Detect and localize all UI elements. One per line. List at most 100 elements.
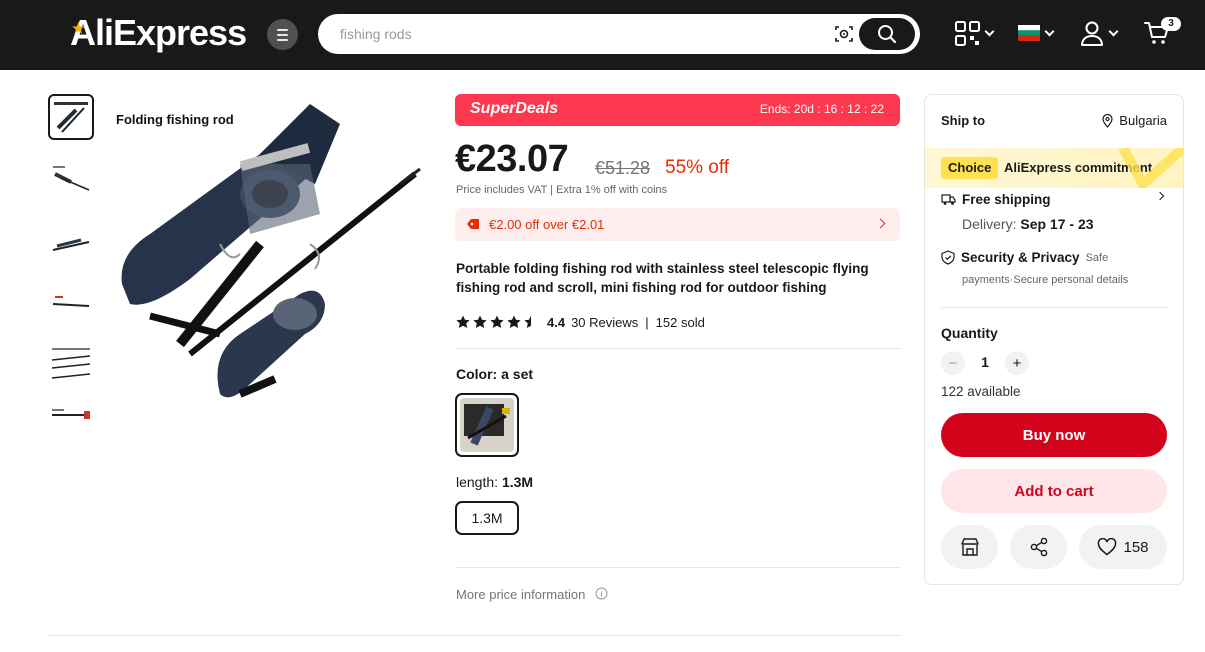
coupon-text: €2.00 off over €2.01	[489, 217, 605, 232]
separator: |	[645, 314, 649, 330]
more-price-info-link[interactable]: More price information	[456, 587, 608, 602]
qr-code-icon	[955, 20, 980, 46]
half-star-icon	[524, 315, 531, 328]
length-option-1-3m[interactable]: 1.3M	[455, 501, 519, 535]
star-icon	[473, 315, 487, 328]
logo-star-icon: ★	[72, 20, 85, 36]
superdeals-banner[interactable]: SuperDeals Ends: 20d : 16 : 12 : 22	[455, 94, 900, 126]
security-title: Security & Privacy	[961, 250, 1080, 265]
qr-code-menu[interactable]	[955, 18, 995, 48]
divider	[48, 635, 900, 636]
fishing-rod-thumbnail-image	[51, 348, 91, 379]
ship-to-country[interactable]: Bulgaria	[1102, 113, 1167, 128]
country-name: Bulgaria	[1119, 113, 1167, 128]
shield-icon	[941, 250, 955, 265]
star-icon	[490, 315, 504, 328]
choice-badge: Choice	[941, 157, 999, 179]
buy-now-button[interactable]: Buy now	[941, 413, 1167, 457]
chevron-down-icon	[1044, 26, 1055, 36]
review-count-link[interactable]: 30 Reviews	[571, 315, 638, 330]
category-menu-button[interactable]	[267, 19, 298, 50]
search-button[interactable]	[859, 18, 915, 50]
thumbnail-list	[48, 94, 94, 440]
rating-score: 4.4	[547, 314, 566, 330]
length-option-label: length: 1.3M	[456, 474, 534, 490]
top-bar: ★ AliExpress fishing rods 3	[0, 0, 1205, 70]
discount-percent: 55% off	[665, 157, 730, 178]
free-shipping-label: Free shipping	[962, 192, 1051, 207]
divider	[455, 567, 900, 568]
thumbnail-4[interactable]	[48, 280, 94, 326]
chevron-down-icon	[984, 26, 995, 36]
color-option-label: Color: a set	[456, 366, 534, 382]
purchase-sidebar: Ship to Bulgaria Choice AliExpress commi…	[924, 94, 1184, 585]
thumbnail-5[interactable]	[48, 342, 94, 388]
delivery-estimate: Delivery: Sep 17 - 23	[962, 216, 1094, 232]
divider	[941, 307, 1167, 308]
quantity-label: Quantity	[941, 325, 998, 341]
more-price-text: More price information	[456, 587, 586, 602]
rating-stars	[456, 315, 538, 329]
account-menu[interactable]	[1080, 18, 1119, 48]
choice-commitment-bar[interactable]: Choice AliExpress commitment	[925, 148, 1183, 188]
thumbnail-2[interactable]	[48, 156, 94, 202]
stock-available: 122 available	[941, 384, 1021, 399]
color-swatch-a-set[interactable]	[455, 393, 519, 457]
chevron-right-icon[interactable]	[1155, 191, 1165, 201]
ship-to-label: Ship to	[941, 113, 986, 128]
security-privacy-row[interactable]: Security & Privacy Safe	[941, 250, 1108, 265]
fishing-rod-thumbnail-image	[52, 409, 90, 419]
star-icon	[456, 315, 470, 328]
heart-icon	[1098, 538, 1117, 556]
truck-icon	[941, 194, 956, 205]
original-price: €51.28	[595, 158, 651, 178]
coupon-bar[interactable]: €2.00 off over €2.01	[455, 208, 900, 241]
main-product-image[interactable]	[110, 94, 440, 424]
image-search-icon[interactable]	[834, 24, 854, 44]
fishing-rod-thumbnail-image	[53, 166, 90, 191]
share-button[interactable]	[1010, 525, 1067, 569]
coupon-tag-icon	[467, 219, 479, 229]
quantity-increase-button[interactable]: +	[1005, 351, 1029, 375]
current-price: €23.07	[455, 138, 569, 180]
product-title: Portable folding fishing rod with stainl…	[456, 261, 869, 295]
chevron-down-icon	[1108, 26, 1119, 36]
wishlist-button[interactable]: 158	[1079, 525, 1167, 569]
search-bar	[318, 14, 920, 54]
bulgaria-flag-icon	[1018, 25, 1040, 41]
sold-count: 152 sold	[655, 314, 705, 330]
search-icon	[878, 25, 897, 44]
deal-countdown: Ends: 20d : 16 : 12 : 22	[759, 102, 884, 116]
divider	[455, 348, 900, 349]
country-flag-menu[interactable]	[1018, 18, 1055, 48]
security-subtext: payments·Secure personal details	[962, 274, 1129, 286]
thumbnail-3[interactable]	[48, 218, 94, 264]
location-pin-icon	[1102, 113, 1113, 128]
add-to-cart-button[interactable]: Add to cart	[941, 469, 1167, 513]
store-icon	[960, 538, 979, 556]
aliexpress-logo[interactable]: ★ AliExpress	[70, 12, 247, 54]
quantity-decrease-button[interactable]: −	[941, 351, 965, 375]
vat-note: Price includes VAT | Extra 1% off with c…	[456, 184, 668, 196]
search-input[interactable]	[340, 24, 820, 44]
thumbnail-6[interactable]	[48, 404, 94, 424]
info-icon	[595, 587, 608, 600]
share-icon	[1030, 537, 1047, 557]
store-button[interactable]	[941, 525, 998, 569]
wishlist-count: 158	[1123, 538, 1149, 556]
image-caption: Folding fishing rod	[116, 112, 234, 127]
rating-row[interactable]: 4.4 30 Reviews | 152 sold	[456, 313, 705, 331]
superdeals-title: SuperDeals	[470, 100, 559, 117]
quantity-value[interactable]: 1	[975, 354, 995, 370]
logo-text: AliExpress	[70, 12, 247, 53]
color-swatch-image	[460, 398, 514, 452]
chevron-right-icon	[875, 218, 886, 229]
user-icon	[1081, 21, 1103, 46]
thumbnail-1[interactable]	[48, 94, 94, 140]
choice-checkmark-decoration	[1118, 148, 1183, 188]
fishing-rod-thumbnail-image	[54, 102, 88, 133]
security-safe-text: Safe	[1085, 251, 1109, 264]
star-icon	[507, 315, 521, 328]
free-shipping-row[interactable]: Free shipping	[941, 192, 1051, 207]
cart-count-badge: 3	[1161, 17, 1181, 31]
